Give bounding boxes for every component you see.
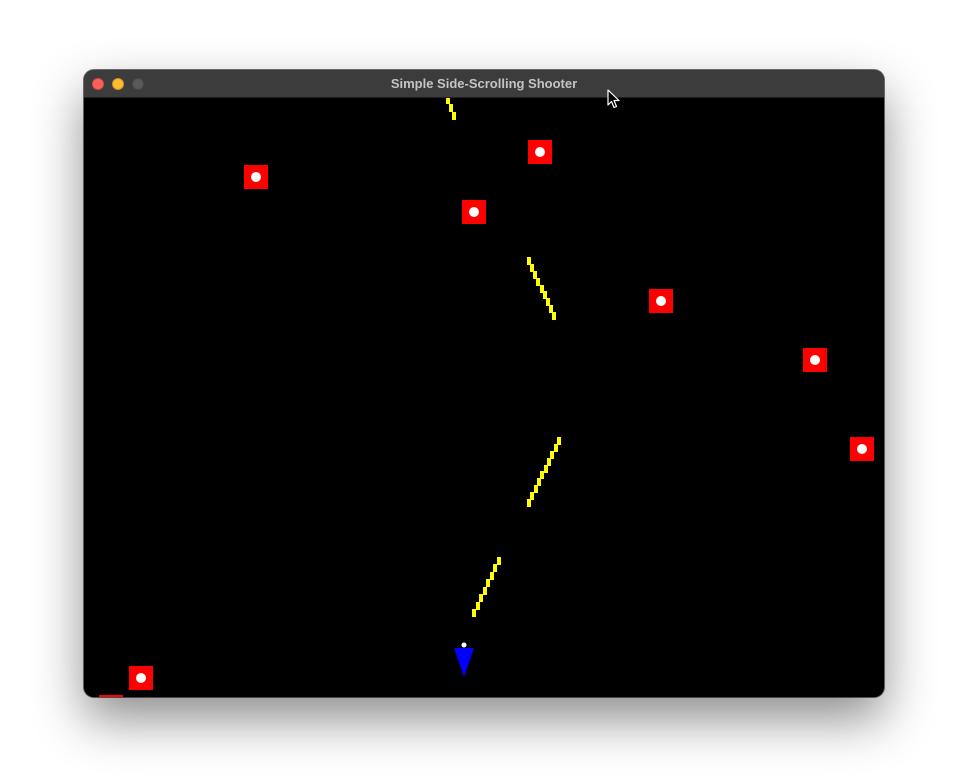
enemy-partial xyxy=(99,695,123,697)
bullet-trail xyxy=(446,98,456,120)
enemy xyxy=(803,348,827,372)
title-bar[interactable]: Simple Side-Scrolling Shooter xyxy=(84,70,884,98)
mouse-cursor-icon xyxy=(607,89,620,109)
enemy xyxy=(129,666,153,690)
player-ship xyxy=(454,642,474,677)
enemy xyxy=(528,140,552,164)
bullet-trail xyxy=(527,437,561,507)
enemy xyxy=(244,165,268,189)
enemy xyxy=(649,289,673,313)
enemy xyxy=(850,437,874,461)
enemy xyxy=(462,200,486,224)
bullet-trail xyxy=(472,557,501,617)
game-scene xyxy=(84,98,884,697)
bullet-trail xyxy=(527,257,556,320)
window-title: Simple Side-Scrolling Shooter xyxy=(390,76,578,91)
game-window: Simple Side-Scrolling Shooter xyxy=(84,70,884,697)
game-canvas[interactable] xyxy=(84,98,884,697)
